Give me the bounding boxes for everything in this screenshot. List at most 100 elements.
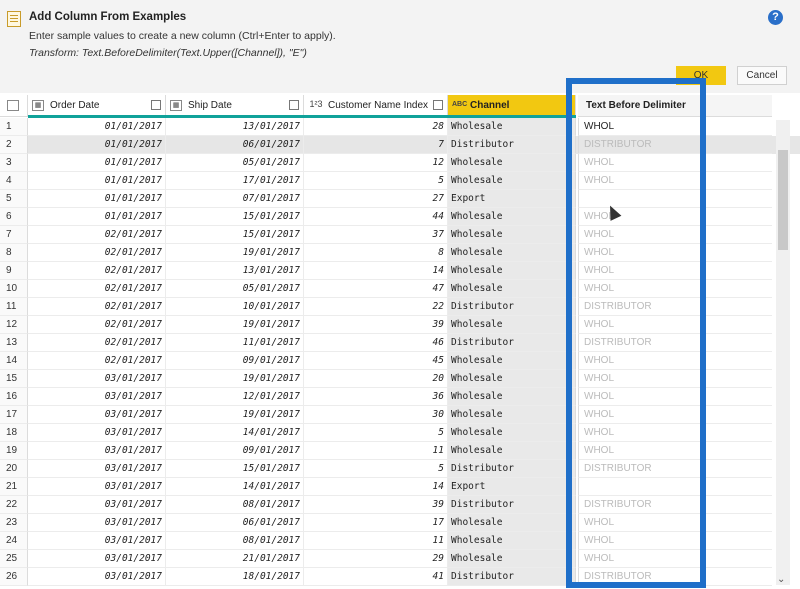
table-row[interactable]: 3 01/01/2017 05/01/2017 12 Wholesale WHOL bbox=[0, 154, 800, 172]
customer-index-cell[interactable]: 45 bbox=[304, 352, 448, 370]
channel-cell[interactable]: Wholesale bbox=[448, 424, 576, 442]
channel-cell[interactable]: Wholesale bbox=[448, 550, 576, 568]
table-row[interactable]: 17 03/01/2017 19/01/2017 30 Wholesale WHOL bbox=[0, 406, 800, 424]
channel-cell[interactable]: Wholesale bbox=[448, 280, 576, 298]
customer-index-cell[interactable]: 8 bbox=[304, 244, 448, 262]
scroll-down-icon[interactable]: ⌄ bbox=[777, 574, 785, 585]
customer-index-cell[interactable]: 20 bbox=[304, 370, 448, 388]
table-row[interactable]: 26 03/01/2017 18/01/2017 41 Distributor DISTR… bbox=[0, 568, 800, 586]
customer-index-cell[interactable]: 29 bbox=[304, 550, 448, 568]
channel-cell[interactable]: Distributor bbox=[448, 568, 576, 586]
column-header-channel[interactable]: ABC Channel bbox=[448, 95, 576, 117]
table-row[interactable]: 25 03/01/2017 21/01/2017 29 Wholesale WHOL bbox=[0, 550, 800, 568]
order-date-cell[interactable]: 03/01/2017 bbox=[28, 442, 166, 460]
channel-cell[interactable]: Distributor bbox=[448, 334, 576, 352]
customer-index-cell[interactable]: 14 bbox=[304, 478, 448, 496]
ship-date-cell[interactable]: 08/01/2017 bbox=[166, 532, 304, 550]
example-value-cell[interactable]: WHOL bbox=[578, 442, 772, 460]
ok-button[interactable]: OK bbox=[676, 66, 726, 85]
column-header-new-column[interactable]: Text Before Delimiter bbox=[578, 95, 772, 117]
customer-index-cell[interactable]: 5 bbox=[304, 424, 448, 442]
table-row[interactable]: 19 03/01/2017 09/01/2017 11 Wholesale WHOL bbox=[0, 442, 800, 460]
order-date-cell[interactable]: 03/01/2017 bbox=[28, 568, 166, 586]
filter-checkbox[interactable] bbox=[289, 100, 299, 110]
customer-index-cell[interactable]: 27 bbox=[304, 190, 448, 208]
number-type-icon[interactable]: 1²3 bbox=[308, 100, 324, 111]
customer-index-cell[interactable]: 11 bbox=[304, 532, 448, 550]
table-row[interactable]: 7 02/01/2017 15/01/2017 37 Wholesale WHOL bbox=[0, 226, 800, 244]
ship-date-cell[interactable]: 09/01/2017 bbox=[166, 442, 304, 460]
table-row[interactable]: 11 02/01/2017 10/01/2017 22 Distributor DISTR… bbox=[0, 298, 800, 316]
example-value-cell[interactable]: WHOL bbox=[578, 532, 772, 550]
customer-index-cell[interactable]: 44 bbox=[304, 208, 448, 226]
table-row[interactable]: 6 01/01/2017 15/01/2017 44 Wholesale WHOL bbox=[0, 208, 800, 226]
order-date-cell[interactable]: 03/01/2017 bbox=[28, 370, 166, 388]
customer-index-cell[interactable]: 14 bbox=[304, 262, 448, 280]
order-date-cell[interactable]: 02/01/2017 bbox=[28, 262, 166, 280]
ship-date-cell[interactable]: 19/01/2017 bbox=[166, 406, 304, 424]
ship-date-cell[interactable]: 15/01/2017 bbox=[166, 226, 304, 244]
channel-cell[interactable]: Wholesale bbox=[448, 154, 576, 172]
ship-date-cell[interactable]: 06/01/2017 bbox=[166, 514, 304, 532]
customer-index-cell[interactable]: 39 bbox=[304, 316, 448, 334]
table-row[interactable]: 5 01/01/2017 07/01/2017 27 Export bbox=[0, 190, 800, 208]
help-icon[interactable]: ? bbox=[768, 10, 783, 25]
scroll-thumb[interactable] bbox=[778, 150, 788, 250]
example-value-cell[interactable]: WHOL bbox=[578, 244, 772, 262]
ship-date-cell[interactable]: 09/01/2017 bbox=[166, 352, 304, 370]
ship-date-cell[interactable]: 07/01/2017 bbox=[166, 190, 304, 208]
order-date-cell[interactable]: 03/01/2017 bbox=[28, 460, 166, 478]
filter-checkbox[interactable] bbox=[433, 100, 443, 110]
customer-index-cell[interactable]: 7 bbox=[304, 136, 448, 154]
table-row[interactable]: 24 03/01/2017 08/01/2017 11 Wholesale WHOL bbox=[0, 532, 800, 550]
ship-date-cell[interactable]: 19/01/2017 bbox=[166, 370, 304, 388]
example-value-cell[interactable]: WHOL bbox=[578, 388, 772, 406]
ship-date-cell[interactable]: 21/01/2017 bbox=[166, 550, 304, 568]
ship-date-cell[interactable]: 14/01/2017 bbox=[166, 424, 304, 442]
ship-date-cell[interactable]: 15/01/2017 bbox=[166, 208, 304, 226]
customer-index-cell[interactable]: 12 bbox=[304, 154, 448, 172]
ship-date-cell[interactable]: 19/01/2017 bbox=[166, 244, 304, 262]
table-row[interactable]: 14 02/01/2017 09/01/2017 45 Wholesale WHOL bbox=[0, 352, 800, 370]
order-date-cell[interactable]: 03/01/2017 bbox=[28, 532, 166, 550]
example-value-cell[interactable]: WHOL bbox=[578, 226, 772, 244]
table-row[interactable]: 9 02/01/2017 13/01/2017 14 Wholesale WHOL bbox=[0, 262, 800, 280]
column-header-order-date[interactable]: ▦ Order Date bbox=[28, 95, 166, 117]
customer-index-cell[interactable]: 41 bbox=[304, 568, 448, 586]
cancel-button[interactable]: Cancel bbox=[737, 66, 787, 85]
example-value-cell[interactable]: WHOL bbox=[578, 424, 772, 442]
example-value-cell[interactable]: DISTRIBUTOR bbox=[578, 136, 772, 154]
example-value-cell[interactable]: WHOL bbox=[578, 514, 772, 532]
table-row[interactable]: 18 03/01/2017 14/01/2017 5 Wholesale WHOL bbox=[0, 424, 800, 442]
order-date-cell[interactable]: 01/01/2017 bbox=[28, 208, 166, 226]
customer-index-cell[interactable]: 5 bbox=[304, 460, 448, 478]
example-value-cell[interactable] bbox=[578, 190, 772, 208]
order-date-cell[interactable]: 02/01/2017 bbox=[28, 334, 166, 352]
channel-cell[interactable]: Wholesale bbox=[448, 316, 576, 334]
order-date-cell[interactable]: 01/01/2017 bbox=[28, 190, 166, 208]
example-value-cell[interactable]: WHOL bbox=[578, 370, 772, 388]
channel-cell[interactable]: Export bbox=[448, 478, 576, 496]
order-date-cell[interactable]: 02/01/2017 bbox=[28, 280, 166, 298]
example-value-cell[interactable] bbox=[578, 478, 772, 496]
example-value-cell[interactable]: WHOL bbox=[578, 280, 772, 298]
channel-cell[interactable]: Distributor bbox=[448, 460, 576, 478]
example-value-cell[interactable]: WHOL bbox=[578, 352, 772, 370]
table-row[interactable]: 8 02/01/2017 19/01/2017 8 Wholesale WHOL bbox=[0, 244, 800, 262]
channel-cell[interactable]: Wholesale bbox=[448, 370, 576, 388]
ship-date-cell[interactable]: 19/01/2017 bbox=[166, 316, 304, 334]
table-row[interactable]: 22 03/01/2017 08/01/2017 39 Distributor DISTR… bbox=[0, 496, 800, 514]
channel-cell[interactable]: Distributor bbox=[448, 136, 576, 154]
ship-date-cell[interactable]: 05/01/2017 bbox=[166, 154, 304, 172]
example-value-cell[interactable]: WHOL bbox=[578, 550, 772, 568]
table-row[interactable]: 23 03/01/2017 06/01/2017 17 Wholesale WHOL bbox=[0, 514, 800, 532]
channel-cell[interactable]: Distributor bbox=[448, 298, 576, 316]
new-column-name[interactable]: Text Before Delimiter bbox=[586, 100, 686, 111]
order-date-cell[interactable]: 01/01/2017 bbox=[28, 154, 166, 172]
table-row[interactable]: 12 02/01/2017 19/01/2017 39 Wholesale WHOL bbox=[0, 316, 800, 334]
channel-cell[interactable]: Wholesale bbox=[448, 442, 576, 460]
table-menu-button[interactable] bbox=[0, 95, 28, 117]
table-row[interactable]: 21 03/01/2017 14/01/2017 14 Export bbox=[0, 478, 800, 496]
column-header-ship-date[interactable]: ▦ Ship Date bbox=[166, 95, 304, 117]
ship-date-cell[interactable]: 17/01/2017 bbox=[166, 172, 304, 190]
